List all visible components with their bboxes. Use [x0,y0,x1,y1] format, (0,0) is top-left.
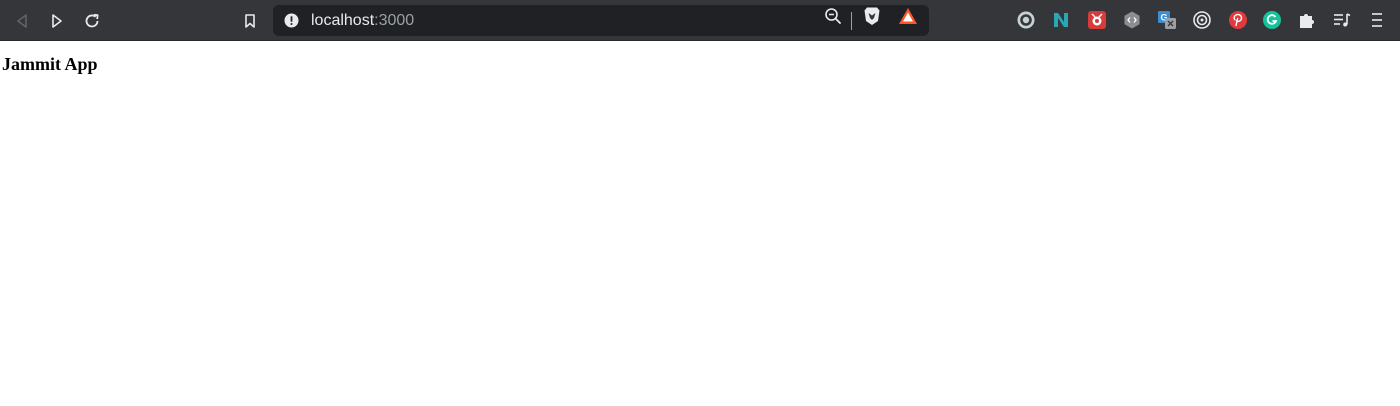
target-icon [1193,11,1211,29]
bookmark-button[interactable] [239,10,261,32]
translate-icon: G [1158,11,1176,29]
browser-toolbar: localhost:3000 G [0,0,1400,41]
media-queue-button[interactable] [1332,10,1352,30]
back-arrow-icon [17,14,27,28]
pinterest-icon [1229,11,1247,29]
url-host: localhost [311,12,375,29]
back-button[interactable] [11,10,33,32]
puzzle-piece-icon [1300,14,1314,28]
browser-menu-button[interactable] [1367,10,1387,30]
rewards-button[interactable] [898,6,918,26]
extension-target[interactable] [1192,10,1212,30]
page-title: Jammit App [2,54,98,74]
zoom-button[interactable] [823,6,843,26]
extension-red-bug[interactable] [1087,10,1107,30]
playlist-music-icon [1334,13,1351,27]
omnibox-divider [851,12,852,30]
url-port: :3000 [374,12,415,29]
extension-grammarly[interactable] [1262,10,1282,30]
code-hexagon-icon [1124,11,1140,29]
reload-button[interactable] [81,10,103,32]
forward-button[interactable] [46,10,68,32]
bookmark-icon [245,14,255,28]
grammarly-icon [1263,11,1281,29]
forward-arrow-icon [52,14,62,28]
extension-translate[interactable]: G [1157,10,1177,30]
extension-o-circle[interactable] [1016,10,1036,30]
bug-icon [1088,11,1106,29]
n-logo-icon [1054,13,1068,27]
lion-shield-icon [864,7,880,25]
extension-code-hex[interactable] [1122,10,1142,30]
extension-pinterest[interactable] [1228,10,1248,30]
extension-n-logo[interactable] [1051,10,1071,30]
o-circle-icon [1017,11,1035,29]
url-text[interactable]: localhost:3000 [311,11,414,30]
zoom-out-icon [825,8,841,24]
hamburger-menu-icon [1372,13,1382,27]
shields-button[interactable] [862,6,882,26]
rewards-triangle-icon [899,8,917,24]
reload-icon [85,13,99,28]
extensions-menu-button[interactable] [1297,10,1317,30]
site-info-icon[interactable] [284,13,299,28]
